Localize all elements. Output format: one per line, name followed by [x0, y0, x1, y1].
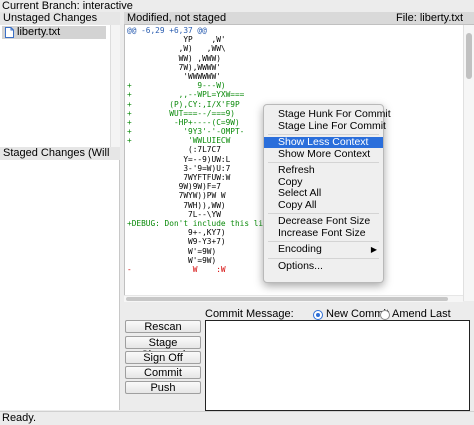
- diff-line: + (P),CY:,I/X'F9P: [127, 99, 240, 109]
- sign-off-button[interactable]: Sign Off: [125, 351, 201, 364]
- diff-line: W'=9W): [127, 255, 217, 265]
- diff-file-label: File: liberty.txt: [396, 12, 464, 24]
- diff-line: ,W) ,WW\: [127, 44, 226, 54]
- menu-item-label: Stage Hunk For Commit: [278, 108, 391, 120]
- submenu-arrow-icon: ▶: [370, 245, 377, 254]
- diff-line: + 9---W): [127, 81, 226, 91]
- diff-line: 9+-,KY7): [127, 228, 226, 238]
- menu-item-label: Decrease Font Size: [278, 215, 371, 227]
- menu-decrease-font[interactable]: Decrease Font Size: [264, 216, 383, 227]
- menu-select-all[interactable]: Select All: [264, 188, 383, 199]
- document-icon: [5, 27, 14, 38]
- unstaged-file-name: liberty.txt: [17, 26, 61, 38]
- context-menu: Stage Hunk For Commit Stage Line For Comm…: [263, 104, 391, 283]
- status-bar: Ready.: [0, 411, 474, 424]
- menu-item-label: Show Less Context: [278, 136, 369, 148]
- menu-item-label: Select All: [278, 187, 322, 199]
- diff-lines: @@ -6,29 +6,37 @@ YP ,W' ,W) ,WW\ WW) ,W…: [127, 26, 277, 274]
- stage-changed-button[interactable]: Stage Changed: [125, 336, 201, 361]
- menu-item-label: Encoding: [278, 243, 322, 255]
- menu-separator: [268, 257, 379, 259]
- staged-file-list[interactable]: [0, 160, 120, 410]
- diff-line: 9W)9W)F=7: [127, 182, 221, 192]
- diff-line: (:7L7C7: [127, 145, 221, 155]
- left-panel: Unstaged Changes liberty.txt Staged Chan…: [0, 12, 120, 410]
- menu-copy-all[interactable]: Copy All: [264, 198, 383, 211]
- commit-message-textarea[interactable]: [205, 320, 470, 411]
- menu-copy[interactable]: Copy: [264, 175, 383, 188]
- menu-item-label: Refresh: [278, 164, 315, 176]
- diff-vertical-scroll-thumb[interactable]: [466, 33, 472, 79]
- menu-separator: [268, 162, 379, 163]
- diff-line: - W :W: [127, 264, 226, 274]
- unstaged-changes-header: Unstaged Changes: [0, 12, 120, 25]
- diff-line: WW) ,WWW): [127, 53, 221, 63]
- menu-show-more-context[interactable]: Show More Context: [264, 147, 383, 160]
- menu-options[interactable]: Options...: [264, 259, 383, 272]
- diff-line: 7L--\YW: [127, 209, 221, 219]
- rescan-button[interactable]: Rescan: [125, 320, 201, 333]
- menu-encoding[interactable]: Encoding ▶: [264, 244, 383, 255]
- push-button[interactable]: Push: [125, 381, 201, 394]
- menu-refresh[interactable]: Refresh: [264, 165, 383, 176]
- diff-line: + -HP+----(C=9W): [127, 117, 240, 127]
- diff-horizontal-scrollbar[interactable]: [124, 295, 463, 302]
- diff-header: Modified, not staged File: liberty.txt: [124, 12, 474, 25]
- menu-item-label: Options...: [278, 259, 323, 272]
- diff-line: W9-Y3+7): [127, 237, 226, 247]
- diff-line: + ,,--WPL=YXW===: [127, 90, 245, 100]
- menu-item-label: Copy: [278, 175, 303, 188]
- diff-line: 'WWWWWW': [127, 71, 221, 81]
- diff-line: YP ,W': [127, 35, 226, 45]
- unstaged-file-item[interactable]: liberty.txt: [2, 26, 106, 39]
- commit-button[interactable]: Commit: [125, 366, 201, 379]
- diff-line: + '9Y3'-'-OMPT-: [127, 127, 245, 137]
- menu-stage-line[interactable]: Stage Line For Commit: [264, 119, 386, 132]
- diff-line: + WUT===--/===9): [127, 108, 235, 118]
- unstaged-file-list[interactable]: liberty.txt: [0, 25, 111, 147]
- diff-line: 7WYW))PW W: [127, 191, 226, 201]
- menu-item-label: Copy All: [278, 198, 317, 211]
- diff-line: +DEBUG: Don't include this line.: [127, 218, 278, 228]
- menu-increase-font[interactable]: Increase Font Size: [264, 226, 383, 239]
- diff-horizontal-scroll-thumb[interactable]: [126, 297, 448, 301]
- diff-line: @@ -6,29 +6,37 @@: [127, 26, 207, 35]
- diff-line: 7WYFTFUW:W: [127, 173, 231, 182]
- diff-line: 3-'9=W)U:7: [127, 163, 231, 173]
- menu-separator: [268, 213, 379, 214]
- current-branch-label: Current Branch: interactive: [2, 0, 133, 12]
- staged-changes-header: Staged Changes (Will Commit): [0, 147, 120, 172]
- diff-line: + 'WWLUIECW: [127, 136, 231, 146]
- diff-line: 7WH)),WW): [127, 200, 226, 210]
- menu-separator: [268, 134, 379, 135]
- menu-stage-hunk[interactable]: Stage Hunk For Commit: [264, 109, 391, 120]
- diff-line: W'=9W): [127, 246, 217, 256]
- amend-last-commit-radio[interactable]: [380, 310, 390, 320]
- new-commit-radio[interactable]: [313, 310, 323, 320]
- menu-item-label: Increase Font Size: [278, 226, 366, 239]
- menu-separator: [268, 241, 379, 242]
- diff-line: Y=--9)UW:L: [127, 154, 231, 164]
- diff-status: Modified, not staged: [127, 12, 227, 24]
- menu-show-less-context[interactable]: Show Less Context: [264, 137, 383, 148]
- menu-item-label: Show More Context: [278, 147, 371, 160]
- diff-line: 7W),WWWW': [127, 62, 221, 72]
- diff-vertical-scrollbar[interactable]: [463, 25, 474, 301]
- unstaged-list-scrollbar[interactable]: [110, 25, 120, 147]
- menu-item-label: Stage Line For Commit: [278, 119, 386, 132]
